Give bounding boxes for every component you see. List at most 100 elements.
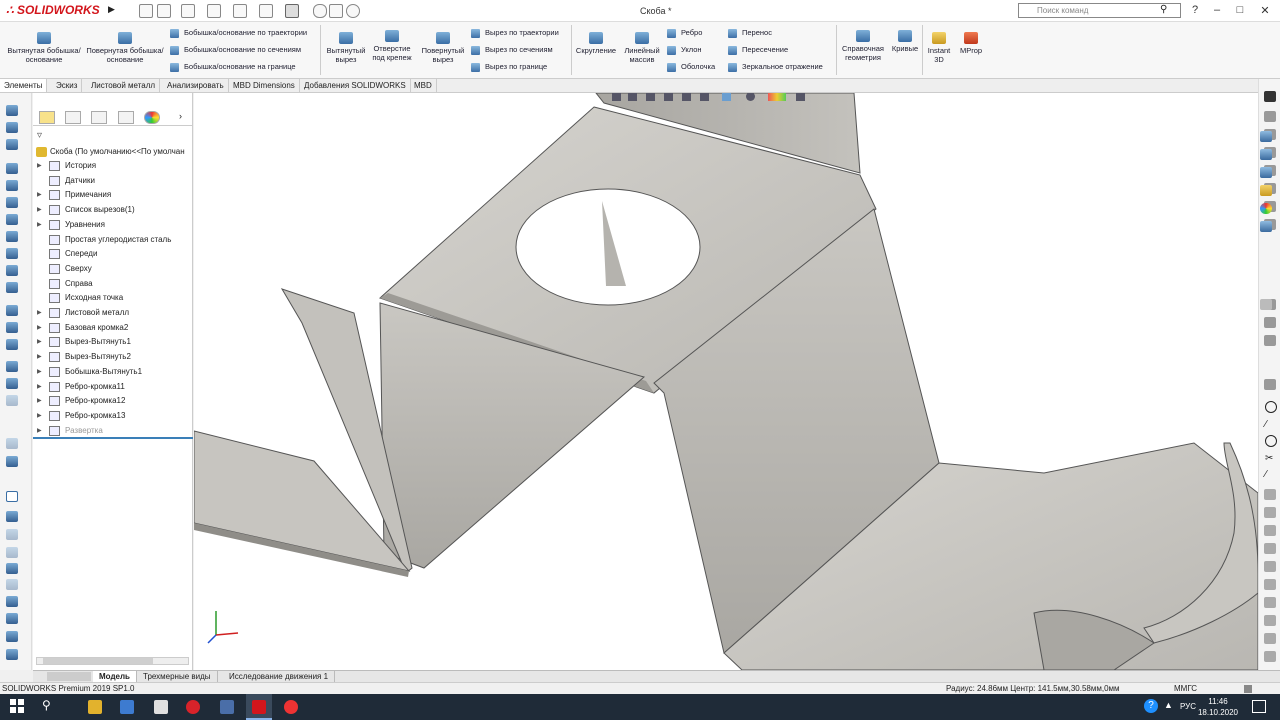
help-icon[interactable]: ? (1188, 4, 1202, 16)
boundary-boss-button[interactable]: Бобышка/основание на границе (170, 61, 320, 73)
mirror-button[interactable]: Зеркальное отражение (728, 61, 836, 73)
sketch-tool-icon[interactable] (1264, 633, 1276, 644)
opera-taskbar-icon[interactable] (186, 700, 200, 714)
select-icon[interactable] (285, 4, 299, 18)
task-pane-icon[interactable] (1264, 111, 1276, 122)
sheet-metal-tool-icon[interactable] (6, 395, 18, 406)
open-icon[interactable] (181, 4, 195, 18)
sketch-tool-icon[interactable] (1264, 507, 1276, 518)
close-icon[interactable]: ✕ (1258, 4, 1272, 17)
expand-arrow-icon[interactable]: ▶ (37, 350, 42, 364)
tab-model[interactable]: Модель (93, 671, 137, 682)
lofted-cut-button[interactable]: Вырез по сечениям (471, 44, 571, 56)
sheet-metal-tool-icon[interactable] (6, 339, 18, 350)
sketch-tool-icon[interactable] (1264, 317, 1276, 328)
sketch-tool-icon[interactable] (1264, 379, 1276, 390)
display-manager-tab-icon[interactable] (144, 111, 160, 124)
expand-arrow-icon[interactable]: ▶ (37, 335, 42, 349)
unit-system[interactable]: ММГС (1174, 683, 1197, 694)
linear-pattern-button[interactable]: Линейный массив (620, 32, 664, 64)
sheet-metal-tool-icon[interactable] (6, 631, 18, 642)
circle-tool-icon[interactable] (1265, 401, 1277, 413)
zoom-to-fit-icon[interactable] (612, 93, 621, 101)
3d-sketch-icon[interactable] (6, 491, 18, 502)
sheet-metal-tool-icon[interactable] (6, 282, 18, 293)
property-manager-tab-icon[interactable] (65, 111, 81, 124)
feature-manager-tab-icon[interactable] (39, 111, 55, 124)
sheet-metal-tool-icon[interactable] (6, 456, 18, 467)
intersect-button[interactable]: Пересечение (728, 44, 836, 56)
tab-evaluate[interactable]: Анализировать (163, 79, 229, 92)
sheet-metal-tool-icon[interactable] (6, 180, 18, 191)
sheet-metal-tool-icon[interactable] (6, 248, 18, 259)
new-document-icon[interactable] (157, 4, 171, 18)
file-properties-icon[interactable] (329, 4, 343, 18)
display-style-icon[interactable] (700, 93, 709, 101)
hole-wizard-button[interactable]: Отверстие под крепеж (368, 30, 416, 62)
sheet-metal-tool-icon[interactable] (6, 361, 18, 372)
app-taskbar-icon[interactable] (120, 700, 134, 714)
resources-icon[interactable] (1260, 149, 1272, 160)
swept-cut-button[interactable]: Вырез по траектории (471, 27, 571, 39)
sketch-tool-icon[interactable] (1264, 561, 1276, 572)
extruded-cut-button[interactable]: Вытянутый вырез (324, 32, 368, 64)
tree-item[interactable]: ▶ Вырез-Вытянуть2 (33, 350, 193, 365)
expand-arrow-icon[interactable]: ▶ (37, 321, 42, 335)
tab-features[interactable]: Элементы (0, 79, 48, 92)
sheet-metal-tool-icon[interactable] (6, 265, 18, 276)
tree-item[interactable]: ▶ Развертка (33, 424, 193, 439)
sheet-metal-tool-icon[interactable] (6, 511, 18, 522)
fillet-button[interactable]: Скругление (574, 32, 618, 55)
rebuild-icon[interactable] (313, 4, 327, 18)
sketch-tool-icon[interactable] (1264, 525, 1276, 536)
tree-item[interactable]: Исходная точка (33, 291, 193, 306)
sheet-metal-tool-icon[interactable] (6, 214, 18, 225)
graphics-area[interactable]: □ □ □ □ ✕ (194, 93, 1258, 670)
sheet-metal-tool-icon[interactable] (6, 596, 18, 607)
custom-properties-icon[interactable] (1260, 221, 1272, 232)
tab-solidworks-addins[interactable]: Добавления SOLIDWORKS (300, 79, 411, 92)
print-icon[interactable] (233, 4, 247, 18)
tab-sketch[interactable]: Эскиз (52, 79, 83, 92)
appearances-icon[interactable] (1260, 203, 1272, 214)
filter-icon[interactable]: ▿ (37, 130, 42, 141)
options-gear-icon[interactable] (346, 4, 360, 18)
tree-item[interactable]: ▶ Уравнения (33, 218, 193, 233)
sketch-tool-icon[interactable] (1264, 651, 1276, 662)
design-library-home-icon[interactable] (1260, 131, 1272, 142)
sheet-metal-tool-icon[interactable] (6, 231, 18, 242)
curves-button[interactable]: Кривые (888, 30, 922, 53)
taskbar-clock[interactable]: 11:46 18.10.2020 (1196, 696, 1240, 718)
chevron-right-icon[interactable]: › (179, 111, 182, 121)
search-icon[interactable]: ⚲ (1160, 4, 1167, 15)
app-taskbar-icon[interactable] (220, 700, 234, 714)
app-taskbar-icon[interactable] (154, 700, 168, 714)
hide-show-icon[interactable] (722, 93, 731, 101)
configuration-manager-tab-icon[interactable] (91, 111, 107, 124)
sheet-metal-tool-icon[interactable] (6, 649, 18, 660)
sheet-metal-tool-icon[interactable] (6, 197, 18, 208)
sheet-metal-tool-icon[interactable] (6, 122, 18, 133)
sheet-metal-tool-icon[interactable] (6, 378, 18, 389)
sketch-tool-icon[interactable] (1260, 299, 1272, 310)
recorder-taskbar-icon[interactable] (284, 700, 298, 714)
sheet-metal-tool-icon[interactable] (6, 438, 18, 449)
tab-mbd-dimensions[interactable]: MBD Dimensions (229, 79, 300, 92)
rollback-bar[interactable] (33, 437, 193, 439)
expand-arrow-icon[interactable]: ▶ (37, 394, 42, 408)
minimize-icon[interactable]: – (1210, 4, 1224, 16)
sheet-metal-tool-icon[interactable] (6, 547, 18, 558)
tree-item[interactable]: Справа (33, 277, 193, 292)
previous-view-icon[interactable] (646, 93, 655, 101)
arc-tool-icon[interactable] (1265, 435, 1277, 447)
sketch-tool-icon[interactable] (1264, 543, 1276, 554)
tree-item[interactable]: Простая углеродистая сталь (33, 233, 193, 248)
tree-horizontal-scrollbar[interactable] (36, 657, 189, 665)
expand-arrow-icon[interactable]: ▶ (37, 203, 42, 217)
tree-item[interactable]: ▶ История (33, 159, 193, 174)
expand-arrow-icon[interactable]: ▶ (37, 365, 42, 379)
rib-button[interactable]: Ребро (667, 27, 727, 39)
reference-geometry-button[interactable]: Справочная геометрия (838, 30, 888, 62)
instant3d-button[interactable]: Instant 3D (924, 32, 954, 64)
undo-icon[interactable] (259, 4, 273, 18)
